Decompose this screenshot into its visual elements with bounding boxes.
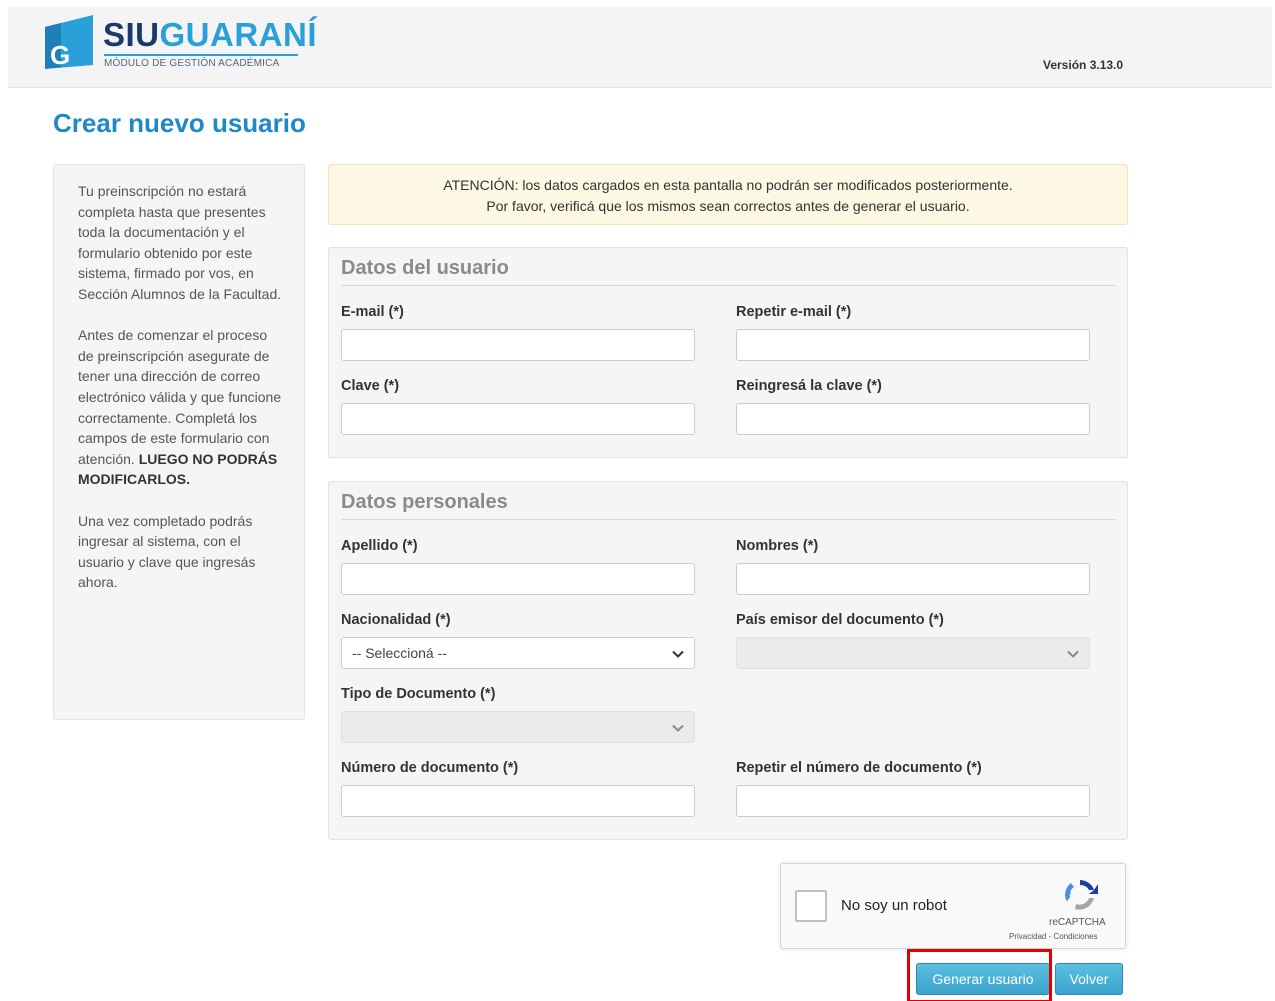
page-title: Crear nuevo usuario [53, 108, 306, 138]
lastname-label: Apellido (*) [341, 538, 418, 554]
recaptcha-widget: No soy un robot reCAPTCHA Privacidad - C… [780, 863, 1126, 949]
info-sidebar: Tu preinscripción no estará completa has… [53, 164, 305, 720]
nationality-label: Nacionalidad (*) [341, 612, 451, 628]
logo-mark-icon: G [45, 15, 93, 69]
siu-guarani-logo[interactable]: G SIUGUARANÍ MÓDULO DE GESTIÓN ACADÉMICA [41, 13, 317, 75]
firstname-label: Nombres (*) [736, 538, 819, 554]
nationality-select[interactable]: -- Seleccioná -- [341, 637, 695, 669]
doc-number-field[interactable] [341, 785, 695, 817]
version-label: Versión 3.13.0 [1043, 58, 1124, 72]
recaptcha-label: No soy un robot [841, 897, 947, 914]
personal-data-legend: Datos personales [341, 488, 1116, 520]
brand-underline [104, 54, 298, 56]
doc-number-label: Número de documento (*) [341, 760, 519, 776]
back-button[interactable]: Volver [1055, 963, 1123, 995]
brand-name: SIUGUARANÍ [103, 16, 318, 53]
recaptcha-brand: reCAPTCHA [1049, 917, 1106, 928]
repeat-password-label: Reingresá la clave (*) [736, 378, 882, 394]
user-data-fieldset: Datos del usuario E-mail (*) Repetir e-m… [328, 247, 1128, 458]
sidebar-paragraph-documentation: Tu preinscripción no estará completa has… [78, 183, 282, 302]
password-label: Clave (*) [341, 378, 400, 394]
chevron-down-icon [672, 650, 684, 658]
page-header: G SIUGUARANÍ MÓDULO DE GESTIÓN ACADÉMICA… [8, 7, 1272, 88]
warning-alert: ATENCIÓN: los datos cargados en esta pan… [328, 164, 1128, 225]
firstname-field[interactable] [736, 563, 1090, 595]
repeat-password-field[interactable] [736, 403, 1090, 435]
personal-data-fieldset: Datos personales Apellido (*) Nombres (*… [328, 481, 1128, 840]
sidebar-paragraph-login: Una vez completado podrás ingresar al si… [78, 512, 256, 591]
lastname-field[interactable] [341, 563, 695, 595]
user-data-legend: Datos del usuario [341, 254, 1116, 286]
email-field[interactable] [341, 329, 695, 361]
highlight-box [907, 949, 1052, 1001]
issuer-country-label: País emisor del documento (*) [736, 612, 944, 628]
repeat-doc-number-field[interactable] [736, 785, 1090, 817]
repeat-email-label: Repetir e-mail (*) [736, 304, 852, 320]
repeat-doc-number-label: Repetir el número de documento (*) [736, 760, 982, 776]
doc-type-label: Tipo de Documento (*) [341, 686, 496, 702]
brand-subtitle: MÓDULO DE GESTIÓN ACADÉMICA [104, 58, 280, 69]
svg-text:G: G [50, 40, 70, 69]
issuer-country-select[interactable] [736, 637, 1090, 669]
repeat-email-field[interactable] [736, 329, 1090, 361]
chevron-down-icon [672, 724, 684, 732]
nationality-selected-value: -- Seleccioná -- [352, 645, 447, 661]
sidebar-paragraph-email: Antes de comenzar el proceso de preinscr… [78, 327, 282, 488]
recaptcha-links[interactable]: Privacidad - Condiciones [1009, 932, 1098, 941]
chevron-down-icon [1067, 650, 1079, 658]
password-field[interactable] [341, 403, 695, 435]
email-label: E-mail (*) [341, 304, 404, 320]
doc-type-select[interactable] [341, 711, 695, 743]
alert-line-2: Por favor, verificá que los mismos sean … [486, 197, 970, 214]
recaptcha-icon [1065, 880, 1098, 910]
alert-line-1: ATENCIÓN: los datos cargados en esta pan… [443, 177, 1013, 193]
recaptcha-checkbox[interactable] [795, 890, 827, 922]
